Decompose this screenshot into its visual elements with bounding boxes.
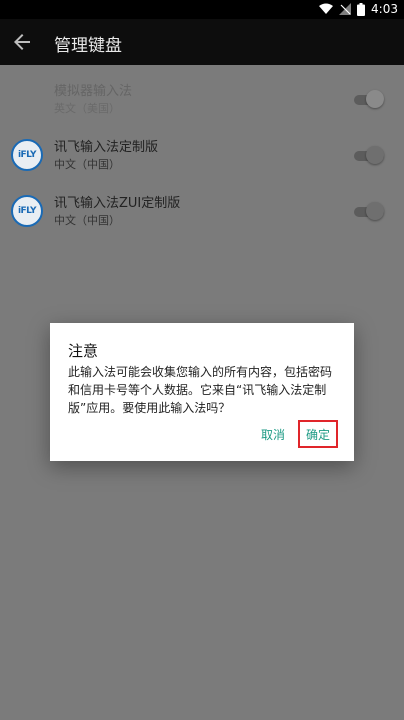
confirm-button[interactable]: 确定: [298, 420, 338, 448]
keyboard-name: 模拟器输入法: [54, 84, 133, 99]
cancel-button[interactable]: 取消: [256, 423, 290, 445]
attention-dialog: 注意 此输入法可能会收集您输入的所有内容，包括密码和信用卡号等个人数据。它来自“…: [50, 323, 354, 461]
keyboard-name: 讯飞输入法ZUI定制版: [54, 196, 181, 211]
keyboard-name: 讯飞输入法定制版: [54, 140, 159, 155]
ifly-logo-icon: iFLY: [11, 139, 43, 171]
keyboard-locale: 英文（美国）: [54, 102, 120, 115]
keyboard-locale: 中文（中国）: [54, 158, 120, 171]
keyboard-toggle[interactable]: [354, 90, 384, 108]
keyboard-item-ifly[interactable]: iFLY 讯飞输入法定制版 中文（中国）: [0, 131, 404, 187]
toggle-thumb: [366, 202, 384, 220]
app-bar: 管理键盘: [0, 19, 404, 65]
clock: 4:03: [371, 2, 398, 16]
logo-text: iFLY: [17, 206, 37, 216]
signal-icon: [339, 3, 352, 15]
ifly-logo-icon: iFLY: [11, 195, 43, 227]
status-bar: 4:03: [0, 0, 404, 19]
battery-icon: [357, 2, 366, 16]
keyboard-locale: 中文（中国）: [54, 214, 120, 227]
back-arrow-icon[interactable]: [10, 30, 34, 54]
toggle-thumb: [366, 146, 384, 164]
page-title: 管理键盘: [54, 36, 122, 56]
wifi-icon: [319, 3, 334, 14]
keyboard-item-ifly-zui[interactable]: iFLY 讯飞输入法ZUI定制版 中文（中国）: [0, 187, 404, 243]
dialog-title: 注意: [68, 342, 99, 360]
status-icons: 4:03: [319, 2, 398, 16]
logo-text: iFLY: [17, 150, 37, 160]
keyboard-toggle[interactable]: [354, 202, 384, 220]
keyboard-toggle[interactable]: [354, 146, 384, 164]
toggle-thumb: [366, 90, 384, 108]
keyboard-item-emulator[interactable]: 模拟器输入法 英文（美国）: [0, 75, 404, 131]
dialog-message: 此输入法可能会收集您输入的所有内容，包括密码和信用卡号等个人数据。它来自“讯飞输…: [68, 365, 333, 415]
